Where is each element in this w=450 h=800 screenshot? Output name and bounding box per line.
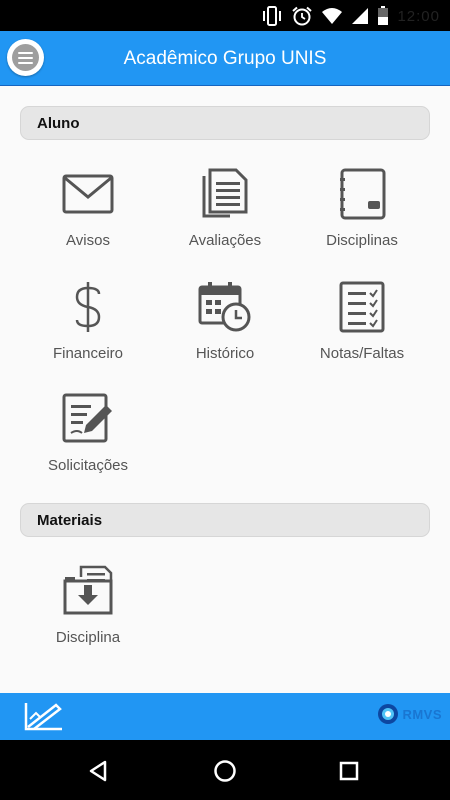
tile-label: Avaliações bbox=[188, 232, 262, 249]
app-bar-divider bbox=[0, 85, 450, 86]
tile-label: Solicitações bbox=[47, 457, 129, 474]
sign-icon[interactable] bbox=[22, 699, 64, 738]
section-header-aluno: Aluno bbox=[20, 106, 430, 140]
home-icon bbox=[214, 760, 236, 782]
navigation-bar bbox=[0, 740, 450, 800]
tile-label: Disciplina bbox=[55, 629, 121, 646]
download-tray-icon bbox=[60, 563, 116, 619]
wifi-icon bbox=[322, 8, 343, 24]
footer-brand-text: RMVS bbox=[402, 706, 442, 722]
signal-icon bbox=[352, 8, 369, 24]
documents-icon bbox=[197, 166, 253, 222]
tile-label: Avisos bbox=[66, 232, 110, 249]
app-bar: Acadêmico Grupo UNIS bbox=[0, 31, 450, 85]
edit-form-icon bbox=[60, 391, 116, 447]
tile-avisos[interactable]: Avisos bbox=[23, 166, 153, 266]
tile-disciplina[interactable]: Disciplina bbox=[23, 563, 153, 663]
tile-label: Notas/Faltas bbox=[319, 345, 405, 362]
recents-icon bbox=[339, 761, 359, 781]
tile-notas-faltas[interactable]: Notas/Faltas bbox=[297, 279, 427, 379]
section-header-materiais: Materiais bbox=[20, 503, 430, 537]
battery-icon bbox=[378, 6, 389, 25]
tile-disciplinas[interactable]: Disciplinas bbox=[297, 166, 427, 266]
calendar-clock-icon bbox=[197, 279, 253, 335]
back-icon bbox=[89, 760, 107, 782]
tile-label: Disciplinas bbox=[326, 232, 398, 249]
footer-bar: RMVS bbox=[0, 693, 450, 740]
tile-historico[interactable]: Histórico bbox=[160, 279, 290, 379]
status-icons: 12:00 bbox=[261, 5, 440, 27]
dollar-icon bbox=[60, 279, 116, 335]
home-button[interactable] bbox=[212, 758, 238, 784]
status-bar: 12:00 bbox=[0, 0, 450, 31]
tile-label: Histórico bbox=[195, 345, 255, 362]
brand-logo-icon bbox=[378, 704, 399, 724]
envelope-icon bbox=[60, 166, 116, 222]
tile-label: Financeiro bbox=[52, 345, 124, 362]
alarm-icon bbox=[292, 6, 313, 26]
status-clock: 12:00 bbox=[397, 7, 440, 25]
recents-button[interactable] bbox=[336, 758, 362, 784]
tile-financeiro[interactable]: Financeiro bbox=[23, 279, 153, 379]
notebook-icon bbox=[334, 166, 390, 222]
app-title: Acadêmico Grupo UNIS bbox=[123, 48, 327, 69]
back-button[interactable] bbox=[86, 758, 112, 784]
footer-brand-logo: RMVS bbox=[377, 703, 442, 725]
vibrate-icon bbox=[263, 6, 282, 26]
tile-avaliacoes[interactable]: Avaliações bbox=[160, 166, 290, 266]
tile-solicitacoes[interactable]: Solicitações bbox=[23, 391, 153, 491]
checklist-icon bbox=[334, 279, 390, 335]
